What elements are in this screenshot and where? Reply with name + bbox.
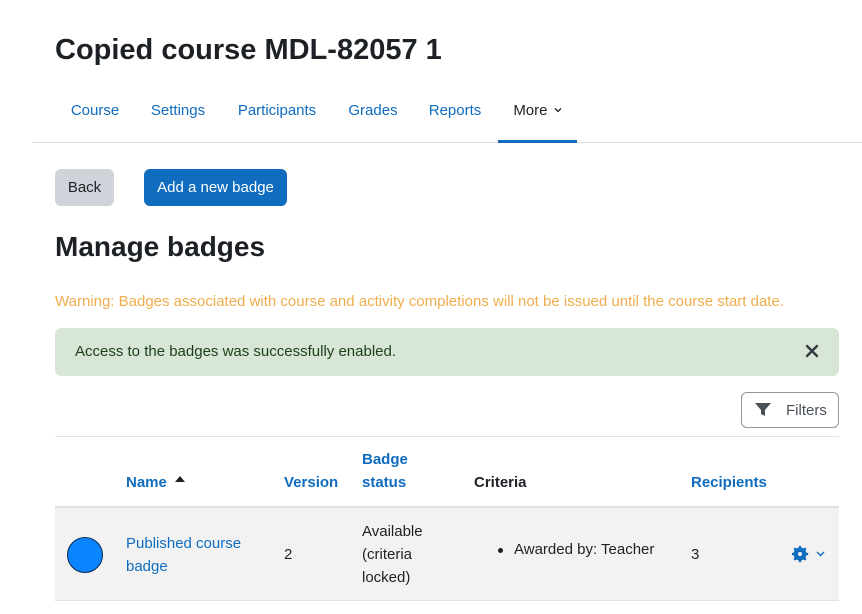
nav-participants[interactable]: Participants [222,84,332,143]
badge-status-line3: locked) [362,569,411,586]
back-button[interactable]: Back [55,169,114,206]
page-heading: Manage badges [55,231,266,262]
filters-button[interactable]: Filters [741,392,839,428]
nav-course[interactable]: Course [55,84,135,143]
course-nav: Course Settings Participants Grades Repo… [32,84,862,143]
nav-reports[interactable]: Reports [415,84,495,143]
col-header-version[interactable]: Version [284,471,338,494]
col-header-name[interactable]: Name [126,471,167,494]
col-header-status-line2: status [362,474,407,491]
badge-name-line1: Published course [126,535,242,552]
badge-version: 2 [284,546,293,563]
filters-label: Filters [786,402,827,419]
nav-more-label: More [513,102,548,119]
nav-more[interactable]: More [498,84,577,143]
chevron-down-icon [816,551,825,557]
col-header-status[interactable]: Badge status [362,448,408,494]
filter-icon [755,403,771,416]
course-title: Copied course MDL-82057 1 [55,34,442,66]
alert-message: Access to the badges was successfully en… [75,343,397,360]
table-top-border [55,436,839,437]
badge-recipients[interactable]: 3 [691,543,699,566]
badge-name-line2: badge [126,558,168,575]
criteria-item: Awarded by: Teacher [498,538,654,561]
sort-asc-icon [175,476,185,482]
badge-name-link[interactable]: Published course badge [126,532,241,578]
chevron-down-icon [554,108,562,113]
badge-status-line2: (criteria [362,546,413,563]
badge-status-line1: Available [362,523,423,540]
col-header-recipients[interactable]: Recipients [691,471,767,494]
add-badge-button[interactable]: Add a new badge [144,169,287,206]
success-alert: Access to the badges was successfully en… [55,328,839,376]
close-icon[interactable] [803,342,821,360]
badge-image [67,537,103,573]
gear-icon [792,545,809,563]
col-header-status-line1: Badge [362,451,408,468]
nav-grades[interactable]: Grades [334,84,412,143]
warning-message: Warning: Badges associated with course a… [55,293,784,310]
badge-criteria: Awarded by: Teacher [498,538,654,561]
actions-menu[interactable] [792,545,832,563]
badge-status: Available (criteria locked) [362,520,423,589]
nav-settings[interactable]: Settings [137,84,219,143]
col-header-criteria: Criteria [474,474,527,491]
table-row: Published course badge 2 Available (crit… [55,508,839,601]
